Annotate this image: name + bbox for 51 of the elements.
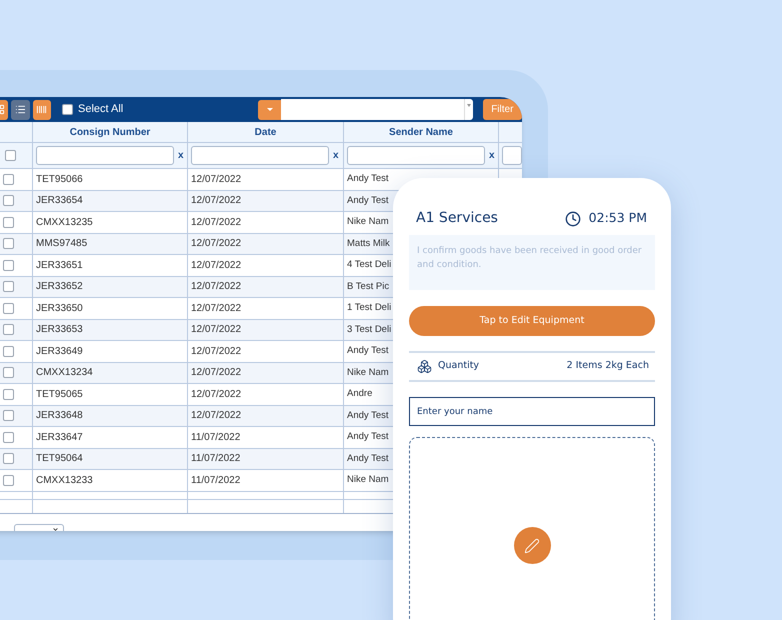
table-cell-text: CMXX13234 — [36, 366, 93, 380]
table-cell-text: TET95064 — [36, 452, 83, 466]
quantity-label: Quantity — [438, 359, 480, 374]
table-cell-text: TET95065 — [36, 388, 83, 402]
table-cell: Andre — [347, 387, 372, 402]
table-cell: Andy Test — [347, 430, 389, 444]
table-cell-text: 12/07/2022 — [191, 258, 242, 273]
table-cell: Andy Test — [347, 452, 389, 466]
table-cell-text: JER33652 — [36, 280, 83, 294]
table-cell-text: 12/07/2022 — [191, 302, 242, 316]
table-cell: Andy Test — [347, 408, 389, 423]
table-cell-text: JER33648 — [36, 409, 83, 424]
table-cell-text: JER33649 — [36, 344, 83, 359]
table-cell-text: TET95066 — [36, 172, 83, 187]
table-cell: Andy Test — [347, 194, 389, 208]
table-cell-text: 11/07/2022 — [191, 430, 240, 445]
table-cell-text: JER33651 — [36, 258, 83, 273]
table-cell: B Test Pic — [347, 280, 390, 294]
table-cell-text: 11/07/2022 — [191, 474, 240, 488]
table-cell-text: 12/07/2022 — [191, 280, 242, 294]
table-cell: Nike Nam — [347, 215, 389, 230]
table-cell-text: MMS97485 — [36, 237, 88, 252]
table-cell-text: CMXX13235 — [36, 216, 93, 230]
table-cell-text: 12/07/2022 — [191, 194, 242, 208]
select-all-label: Select All — [78, 102, 124, 118]
table-cell: Nike Nam — [347, 473, 389, 488]
table-cell-text: JER33654 — [36, 194, 83, 208]
table-cell-text: 12/07/2022 — [191, 409, 242, 424]
table-cell: Andy Test — [347, 172, 389, 186]
table-cell-text: CMXX13233 — [36, 474, 93, 488]
table-cell: Andy Test — [347, 344, 389, 358]
company-title: A1 Services — [416, 209, 498, 228]
table-cell-text: 12/07/2022 — [191, 323, 242, 338]
table-cell: 3 Test Deli — [347, 322, 392, 337]
table-cell-text: JER33647 — [36, 430, 83, 445]
table-cell: Nike Nam — [347, 366, 389, 380]
table-cell-text: 12/07/2022 — [191, 366, 242, 380]
table-cell-text: JER33650 — [36, 302, 83, 316]
time-text: 02:53 PM — [588, 209, 647, 228]
table-cell-text: 12/07/2022 — [191, 388, 242, 402]
table-cell-text: 12/07/2022 — [191, 216, 242, 230]
table-cell-text: JER33653 — [36, 323, 83, 338]
table-cell: Matts Milk — [347, 236, 390, 251]
confirmation-text: I confirm goods have been received in good order and condition. — [417, 245, 643, 272]
table-cell-text: 12/07/2022 — [191, 172, 242, 187]
quantity-value: 2 Items 2kg Each — [566, 359, 649, 374]
table-cell-text: 11/07/2022 — [191, 452, 240, 466]
table-cell-text: 12/07/2022 — [191, 237, 242, 252]
table-cell-text: 12/07/2022 — [191, 344, 242, 359]
table-cell: 1 Test Deli — [347, 301, 392, 316]
table-cell: 4 Test Deli — [347, 258, 392, 272]
